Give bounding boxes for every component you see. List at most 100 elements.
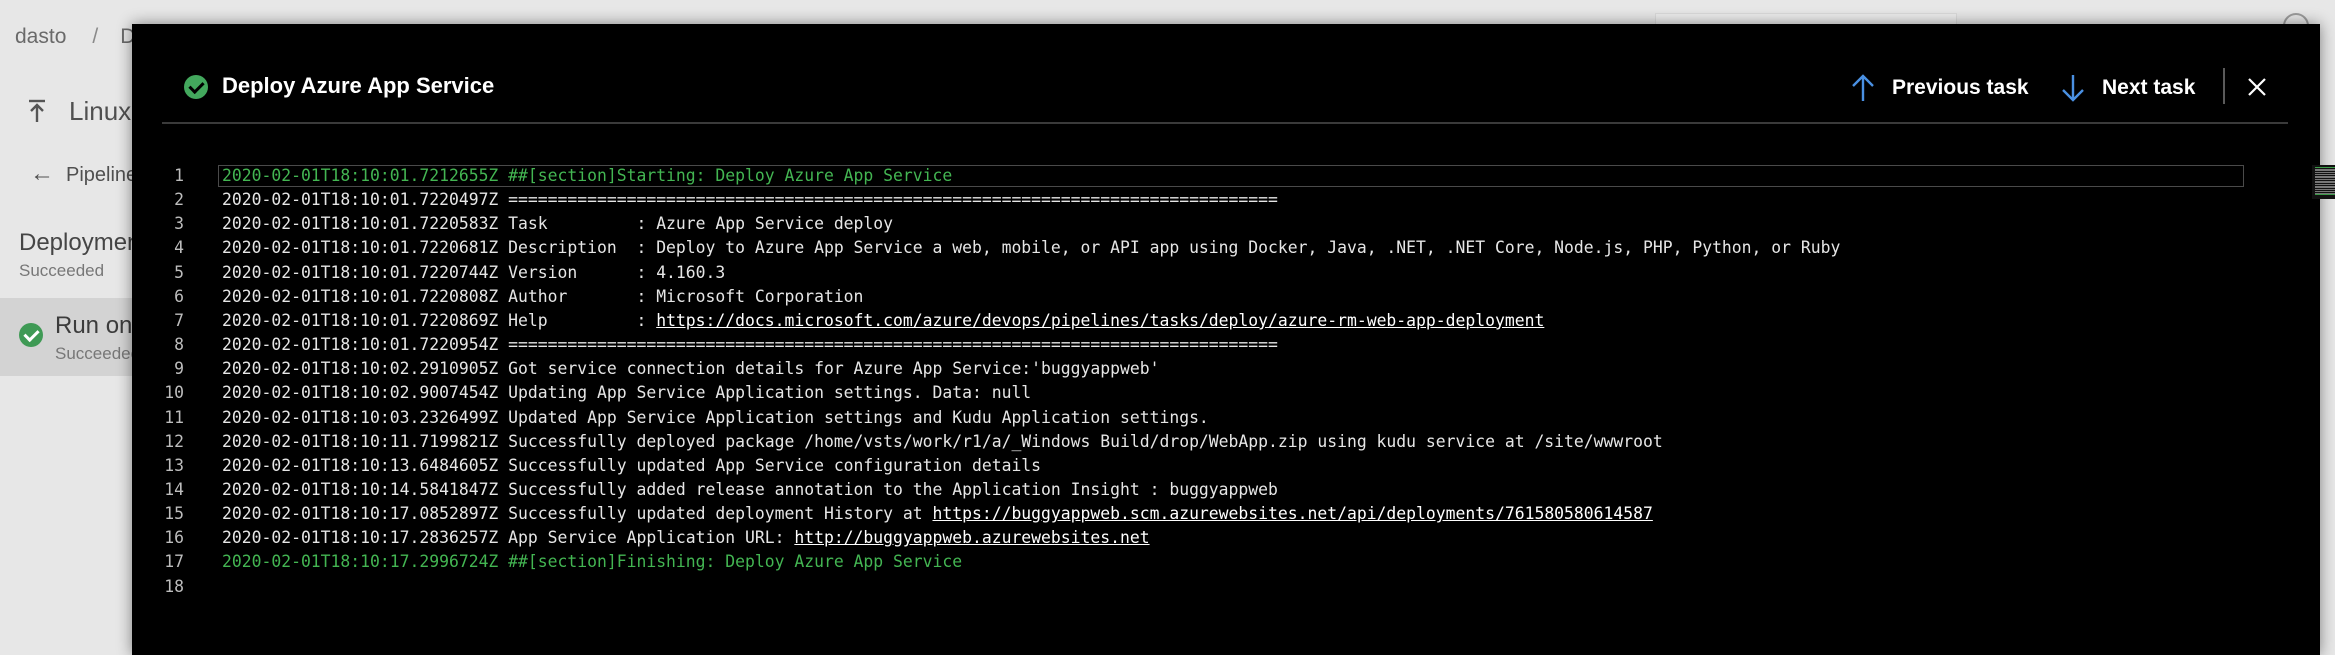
- log-text: 2020-02-01T18:10:02.9007454Z Updating Ap…: [222, 381, 1031, 405]
- log-timestamp: 2020-02-01T18:10:02.9007454Z: [222, 383, 509, 403]
- pipeline-icon: [27, 98, 47, 124]
- log-text: 2020-02-01T18:10:01.7220497Z ===========…: [222, 188, 1278, 212]
- log-line: 4 2020-02-01T18:10:01.7220681Z Descriptio…: [162, 236, 2308, 260]
- line-number: 8: [174, 335, 184, 355]
- log-timestamp: 2020-02-01T18:10:01.7212655Z: [222, 166, 509, 185]
- line-number: 15: [164, 504, 184, 524]
- log-line: 6 2020-02-01T18:10:01.7220808Z Author : M…: [162, 285, 2308, 309]
- log-line: 10 2020-02-01T18:10:02.9007454Z Updating …: [162, 381, 2308, 405]
- page-title: Linux: [69, 96, 132, 126]
- job-label: Run on: [55, 312, 133, 339]
- line-number: 7: [174, 310, 184, 330]
- log-timestamp: 2020-02-01T18:10:17.0852897Z: [222, 504, 509, 524]
- log-text: 2020-02-01T18:10:17.0852897Z Successfull…: [222, 502, 1653, 526]
- breadcrumb: dasto / D: [15, 25, 135, 49]
- job-status: Succeedec: [55, 344, 140, 363]
- log-text: 2020-02-01T18:10:01.7220869Z Help : http…: [222, 309, 1544, 333]
- header-separator: [162, 122, 2288, 124]
- line-number: 13: [164, 455, 184, 475]
- log-line: 11 2020-02-01T18:10:03.2326499Z Updated A…: [162, 406, 2308, 430]
- dialog-header: Deploy Azure App Service Previous task N…: [132, 24, 2320, 124]
- previous-task-button[interactable]: Previous task: [1850, 71, 2034, 105]
- dialog-title: Deploy Azure App Service: [222, 73, 495, 98]
- log-message: Version : 4.160.3: [508, 262, 726, 282]
- log-line: 9 2020-02-01T18:10:02.2910905Z Got servic…: [162, 357, 2308, 381]
- log-line: 18: [162, 575, 2308, 599]
- log-message: Successfully deployed package /home/vsts…: [508, 431, 1663, 451]
- log-text: 2020-02-01T18:10:01.7220583Z Task : Azur…: [222, 212, 893, 236]
- check-circle-icon: [184, 75, 208, 99]
- log-line: 8 2020-02-01T18:10:01.7220954Z ==========…: [162, 333, 2308, 357]
- log-line: 13 2020-02-01T18:10:13.6484605Z Successfu…: [162, 454, 2308, 478]
- close-icon: [2248, 78, 2266, 96]
- log-viewer[interactable]: 1 2020-02-01T18:10:01.7212655Z ##[section…: [162, 164, 2308, 634]
- log-text: 2020-02-01T18:10:01.7220808Z Author : Mi…: [222, 285, 863, 309]
- line-number: 16: [164, 528, 184, 548]
- log-timestamp: 2020-02-01T18:10:13.6484605Z: [222, 455, 509, 475]
- log-line: 17 2020-02-01T18:10:17.2996724Z ##[sectio…: [162, 550, 2308, 574]
- log-line: 3 2020-02-01T18:10:01.7220583Z Task : Azu…: [162, 212, 2308, 236]
- line-number: 4: [174, 238, 184, 258]
- log-text: 2020-02-01T18:10:03.2326499Z Updated App…: [222, 406, 1209, 430]
- line-number: 10: [164, 383, 184, 403]
- log-message: App Service Application URL:: [508, 528, 795, 548]
- back-label: Pipeline: [66, 164, 138, 186]
- task-log-dialog: Deploy Azure App Service Previous task N…: [132, 24, 2335, 655]
- log-message: Got service connection details for Azure…: [508, 359, 1160, 379]
- line-number: 2: [174, 190, 184, 210]
- next-task-label: Next task: [2102, 76, 2196, 99]
- line-number: 5: [174, 262, 184, 282]
- check-circle-icon: [19, 323, 43, 347]
- log-line: 5 2020-02-01T18:10:01.7220744Z Version : …: [162, 261, 2308, 285]
- line-number: 3: [174, 214, 184, 234]
- log-text: 2020-02-01T18:10:01.7220954Z ===========…: [222, 333, 1278, 357]
- line-number: 18: [164, 576, 184, 596]
- log-text: 2020-02-01T18:10:14.5841847Z Successfull…: [222, 478, 1278, 502]
- log-timestamp: 2020-02-01T18:10:01.7220583Z: [222, 214, 509, 234]
- log-text: 2020-02-01T18:10:13.6484605Z Successfull…: [222, 454, 1041, 478]
- log-message: Successfully updated deployment History …: [508, 504, 933, 524]
- log-text: 2020-02-01T18:10:01.7220681Z Description…: [222, 236, 1840, 260]
- log-text: 2020-02-01T18:10:01.7220744Z Version : 4…: [222, 261, 725, 285]
- log-minimap[interactable]: [2312, 165, 2335, 199]
- log-timestamp: 2020-02-01T18:10:17.2996724Z: [222, 552, 509, 572]
- line-number: 17: [164, 552, 184, 572]
- log-message: Successfully updated App Service configu…: [508, 455, 1042, 475]
- log-line: 12 2020-02-01T18:10:11.7199821Z Successfu…: [162, 430, 2308, 454]
- log-message: ========================================…: [508, 190, 1278, 210]
- pipeline-title: Linux: [27, 96, 131, 127]
- log-link[interactable]: http://buggyappweb.azurewebsites.net: [794, 528, 1149, 547]
- log-text: 2020-02-01T18:10:17.2836257Z App Service…: [222, 526, 1150, 550]
- log-line: 7 2020-02-01T18:10:01.7220869Z Help : htt…: [162, 309, 2308, 333]
- log-message: Help :: [508, 310, 657, 330]
- line-number: 11: [164, 407, 184, 427]
- log-message: Successfully added release annotation to…: [508, 479, 1278, 499]
- log-timestamp: 2020-02-01T18:10:01.7220808Z: [222, 286, 509, 306]
- log-message: Updating App Service Application setting…: [508, 383, 1032, 403]
- back-to-pipeline-link[interactable]: ← Pipeline: [30, 160, 137, 188]
- line-number: 14: [164, 479, 184, 499]
- log-message: Updated App Service Application settings…: [508, 407, 1209, 427]
- log-message: Task : Azure App Service deploy: [508, 214, 894, 234]
- log-timestamp: 2020-02-01T18:10:11.7199821Z: [222, 431, 509, 451]
- log-text: 2020-02-01T18:10:11.7199821Z Successfull…: [222, 430, 1663, 454]
- log-line: 14 2020-02-01T18:10:14.5841847Z Successfu…: [162, 478, 2308, 502]
- log-timestamp: 2020-02-01T18:10:03.2326499Z: [222, 407, 509, 427]
- stage-title: Deploymen: [19, 229, 141, 256]
- log-link[interactable]: https://docs.microsoft.com/azure/devops/…: [656, 311, 1544, 330]
- job-item-run-on[interactable]: Run on Succeedec: [0, 298, 139, 376]
- log-timestamp: 2020-02-01T18:10:02.2910905Z: [222, 359, 509, 379]
- log-message: Description : Deploy to Azure App Servic…: [508, 238, 1841, 258]
- log-timestamp: 2020-02-01T18:10:01.7220681Z: [222, 238, 509, 258]
- header-divider: [2223, 68, 2225, 104]
- log-timestamp: 2020-02-01T18:10:14.5841847Z: [222, 479, 509, 499]
- log-message: ========================================…: [508, 335, 1278, 355]
- log-link[interactable]: https://buggyappweb.scm.azurewebsites.ne…: [933, 504, 1653, 523]
- breadcrumb-org[interactable]: dasto: [15, 25, 66, 48]
- log-line: 15 2020-02-01T18:10:17.0852897Z Successfu…: [162, 502, 2308, 526]
- next-task-button[interactable]: Next task: [2060, 71, 2228, 105]
- line-number: 1: [174, 166, 184, 185]
- log-text: 2020-02-01T18:10:02.2910905Z Got service…: [222, 357, 1159, 381]
- minimap-line: [2315, 194, 2335, 196]
- close-button[interactable]: [2244, 74, 2270, 100]
